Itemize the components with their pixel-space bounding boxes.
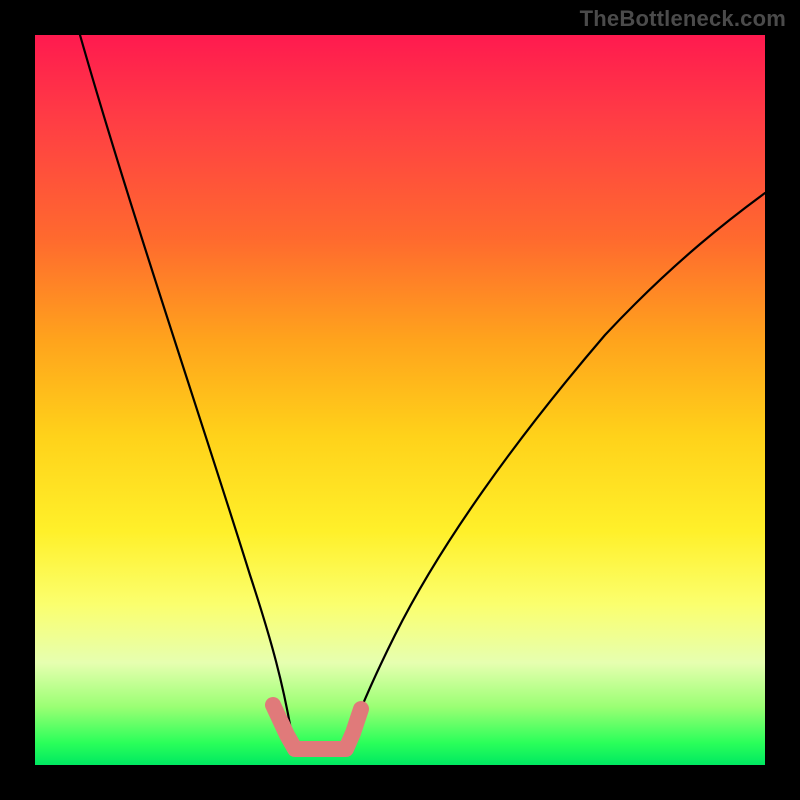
curves-svg [35,35,765,765]
chart-frame: TheBottleneck.com [0,0,800,800]
right-curve [345,193,765,751]
left-curve [80,35,297,751]
watermark-label: TheBottleneck.com [580,6,786,32]
highlighted-valley [273,705,361,749]
plot-area [35,35,765,765]
